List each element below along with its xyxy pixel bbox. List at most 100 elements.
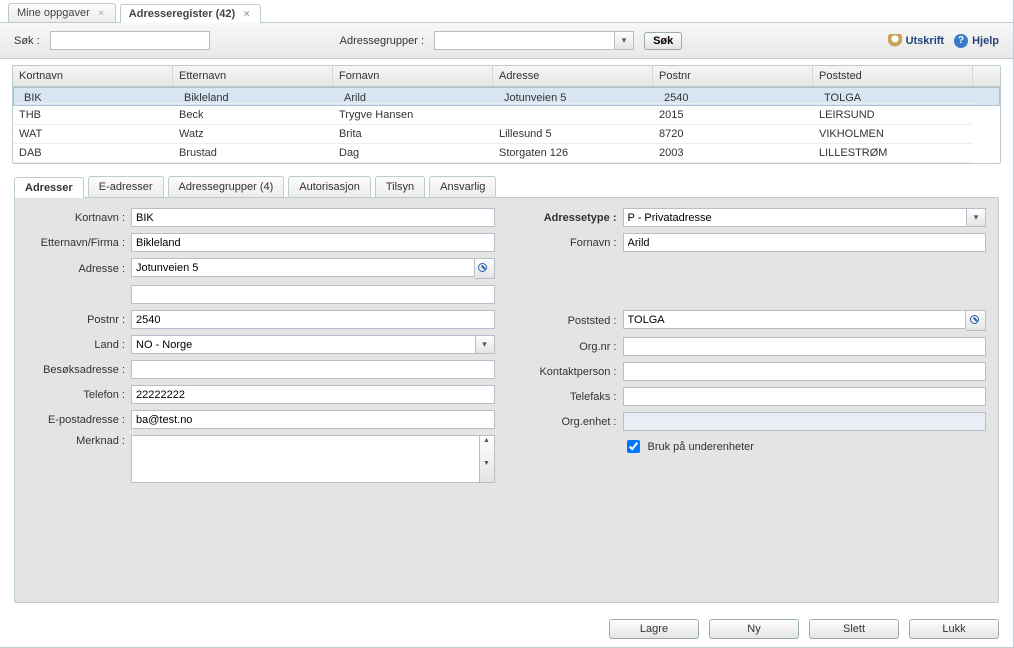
land-select[interactable]: ▾ (131, 335, 495, 354)
postnr-label: Postnr : (27, 314, 131, 326)
table-cell: Storgaten 126 (493, 144, 653, 163)
tab-label: Adresseregister (42) (129, 8, 235, 20)
kontaktperson-label: Kontaktperson : (519, 366, 623, 378)
kortnavn-label: Kortnavn : (27, 212, 131, 224)
search-toolbar: Søk : Adressegrupper : ▾ Søk Utskrift ? … (0, 23, 1013, 59)
search-button[interactable]: Søk (644, 32, 682, 50)
adresse2-input[interactable] (131, 285, 495, 304)
top-tab[interactable]: Adresseregister (42) × (120, 4, 261, 23)
top-tabs: Mine oppgaver× Adresseregister (42) × (0, 0, 1013, 23)
detail-tab[interactable]: Tilsyn (375, 176, 425, 197)
chevron-down-icon[interactable]: ▾ (475, 335, 495, 354)
column-header[interactable]: Fornavn (333, 66, 493, 86)
table-row[interactable]: THBBeckTrygve Hansen2015LEIRSUND (13, 106, 1000, 125)
search-input[interactable] (50, 31, 210, 50)
table-cell: Brustad (173, 144, 333, 163)
chevron-down-icon[interactable]: ▾ (966, 208, 986, 227)
search-icon (970, 315, 982, 327)
merknad-spinner[interactable]: ▲▼ (480, 435, 495, 483)
help-icon: ? (954, 34, 968, 48)
form-right: Adressetype : ▾ Fornavn : Poststed : Org… (519, 208, 987, 489)
table-cell (493, 106, 653, 125)
help-link[interactable]: ? Hjelp (954, 34, 999, 48)
detail-tab[interactable]: Adressegrupper (4) (168, 176, 285, 197)
detail-tabs: AdresserE-adresserAdressegrupper (4)Auto… (0, 168, 1013, 197)
table-cell: LILLESTRØM (813, 144, 973, 163)
orgenhet-input[interactable] (623, 412, 987, 431)
table-cell: Jotunveien 5 (498, 89, 658, 104)
delete-button[interactable]: Slett (809, 619, 899, 639)
table-cell: 2003 (653, 144, 813, 163)
bruk-checkbox-label: Bruk på underenheter (648, 441, 754, 453)
table-cell: Bikleland (178, 89, 338, 104)
spin-up-icon[interactable]: ▲ (480, 436, 494, 459)
spin-down-icon[interactable]: ▼ (480, 459, 494, 482)
besoksadresse-label: Besøksadresse : (27, 364, 131, 376)
top-tab[interactable]: Mine oppgaver× (8, 3, 116, 22)
addressgroup-value[interactable] (434, 31, 614, 50)
table-row[interactable]: WATWatzBritaLillesund 58720VIKHOLMEN (13, 125, 1000, 144)
kortnavn-input[interactable] (131, 208, 495, 227)
table-cell: TOLGA (818, 89, 978, 104)
fornavn-label: Fornavn : (519, 237, 623, 249)
close-icon[interactable]: × (96, 8, 107, 19)
table-cell: BIK (18, 89, 178, 104)
save-button[interactable]: Lagre (609, 619, 699, 639)
land-value[interactable] (131, 335, 475, 354)
chevron-down-icon[interactable]: ▾ (614, 31, 634, 50)
addressgroup-select[interactable]: ▾ (434, 31, 634, 50)
adressetype-select[interactable]: ▾ (623, 208, 987, 227)
orgnr-label: Org.nr : (519, 341, 623, 353)
column-header[interactable]: Postnr (653, 66, 813, 86)
detail-tab[interactable]: Ansvarlig (429, 176, 496, 197)
land-label: Land : (27, 339, 131, 351)
poststed-input[interactable] (623, 310, 967, 329)
table-cell: THB (13, 106, 173, 125)
etternavn-input[interactable] (131, 233, 495, 252)
adressetype-label: Adressetype : (519, 212, 623, 224)
column-header[interactable]: Poststed (813, 66, 973, 86)
grid-body[interactable]: BIKBiklelandArildJotunveien 52540TOLGATH… (13, 87, 1000, 163)
close-icon[interactable]: × (241, 9, 252, 20)
table-cell: Beck (173, 106, 333, 125)
print-link[interactable]: Utskrift (888, 34, 945, 48)
orgenhet-label: Org.enhet : (519, 416, 623, 428)
table-cell: 2540 (658, 89, 818, 104)
column-header[interactable]: Adresse (493, 66, 653, 86)
besoksadresse-input[interactable] (131, 360, 495, 379)
adresse-input[interactable] (131, 258, 475, 277)
bruk-underenheter-checkbox[interactable]: Bruk på underenheter (623, 437, 987, 456)
adressetype-value[interactable] (623, 208, 967, 227)
detail-tab[interactable]: Autorisasjon (288, 176, 371, 197)
poststed-lookup-button[interactable] (966, 310, 986, 331)
kontaktperson-input[interactable] (623, 362, 987, 381)
postnr-input[interactable] (131, 310, 495, 329)
new-button[interactable]: Ny (709, 619, 799, 639)
epost-input[interactable] (131, 410, 495, 429)
column-header[interactable]: Etternavn (173, 66, 333, 86)
close-button[interactable]: Lukk (909, 619, 999, 639)
table-row[interactable]: BIKBiklelandArildJotunveien 52540TOLGA (13, 87, 1000, 106)
merknad-input[interactable] (131, 435, 480, 483)
detail-tab[interactable]: E-adresser (88, 176, 164, 197)
fornavn-input[interactable] (623, 233, 987, 252)
help-label: Hjelp (972, 35, 999, 47)
telefon-input[interactable] (131, 385, 495, 404)
footer-buttons: Lagre Ny Slett Lukk (0, 611, 1013, 647)
telefaks-input[interactable] (623, 387, 987, 406)
column-header[interactable]: Kortnavn (13, 66, 173, 86)
table-cell: Watz (173, 125, 333, 144)
detail-tab[interactable]: Adresser (14, 177, 84, 198)
table-cell: VIKHOLMEN (813, 125, 973, 144)
table-row[interactable]: DABBrustadDagStorgaten 1262003LILLESTRØM (13, 144, 1000, 163)
table-cell: Lillesund 5 (493, 125, 653, 144)
table-cell: 8720 (653, 125, 813, 144)
table-cell: WAT (13, 125, 173, 144)
orgnr-input[interactable] (623, 337, 987, 356)
table-cell: Brita (333, 125, 493, 144)
addressgroup-label: Adressegrupper : (340, 35, 424, 47)
table-cell: Trygve Hansen (333, 106, 493, 125)
bruk-checkbox-input[interactable] (627, 440, 640, 453)
adresse-lookup-button[interactable] (475, 258, 495, 279)
merknad-label: Merknad : (27, 435, 131, 447)
